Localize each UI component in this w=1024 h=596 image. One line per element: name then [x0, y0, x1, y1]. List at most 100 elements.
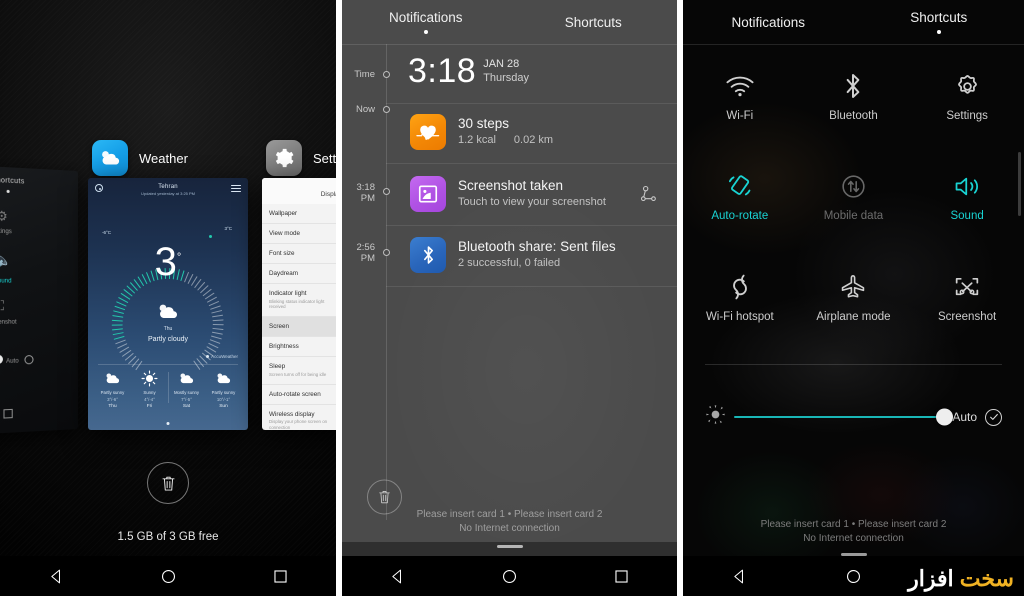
- brightness-auto-check-icon[interactable]: [985, 408, 1002, 426]
- weather-condition: Partly cloudy: [147, 336, 189, 343]
- settings-row[interactable]: Font size: [262, 244, 336, 264]
- toggle-settings[interactable]: Settings: [910, 64, 1024, 122]
- toggle-bluetooth[interactable]: Bluetooth: [797, 64, 911, 122]
- settings-row[interactable]: Sleep Screen turns off for being idle: [262, 357, 336, 385]
- recent-card-settings[interactable]: Display Wallpaper View mode Font size Da…: [262, 178, 336, 430]
- tabs-underline: [683, 44, 1024, 45]
- toggle-wifi-hotspot[interactable]: Wi-Fi hotspot: [683, 265, 797, 323]
- tab-shortcuts[interactable]: Shortcuts: [854, 0, 1024, 44]
- panel-tabs: Notifications Shortcuts: [683, 0, 1024, 44]
- speaker-icon: [910, 164, 1024, 208]
- settings-row[interactable]: Indicator light Blinking status indicator…: [262, 284, 336, 318]
- recent-app-name: Settings: [313, 150, 336, 166]
- settings-row[interactable]: Brightness: [262, 337, 336, 358]
- thumb-brightness-knob: [0, 354, 3, 365]
- home-icon[interactable]: [836, 556, 870, 596]
- brightness-slider[interactable]: [734, 408, 954, 426]
- settings-row[interactable]: Auto-rotate screen: [262, 385, 336, 405]
- toggle-label: Screenshot: [938, 311, 997, 323]
- back-icon[interactable]: [723, 556, 757, 596]
- watermark-plain: افزار: [908, 566, 960, 591]
- settings-row[interactable]: Daydream: [262, 264, 336, 284]
- recent-app-header-settings[interactable]: Settings: [266, 140, 336, 176]
- rail-dot: [383, 249, 390, 256]
- toggle-auto-rotate[interactable]: Auto-rotate: [683, 164, 797, 222]
- notification-text[interactable]: Bluetooth share: Sent files 2 successful…: [458, 239, 616, 269]
- tab-label: Notifications: [388, 10, 463, 25]
- weather-condition-icon: [155, 302, 181, 325]
- notification-text[interactable]: Screenshot taken Touch to view your scre…: [458, 178, 606, 208]
- weather-provider-label: AccuWeather: [211, 354, 238, 359]
- weather-provider: AccuWeather: [206, 354, 238, 359]
- mobile-data-icon: [797, 164, 911, 208]
- recent-card-weather[interactable]: Tehran Updated yesterday at 3:25 PM -6°C…: [88, 178, 248, 430]
- notification-separator: [386, 225, 677, 226]
- toggle-airplane-mode[interactable]: Airplane mode: [797, 265, 911, 323]
- tab-shortcuts[interactable]: Shortcuts: [510, 0, 678, 44]
- settings-row[interactable]: Screen: [262, 317, 336, 338]
- notification-sub-a: 1.2 kcal: [458, 134, 496, 146]
- settings-row-title: Wallpaper: [269, 210, 298, 217]
- notification-text[interactable]: 30 steps 1.2 kcal 0.02 km: [458, 116, 553, 146]
- settings-card-title: Display: [320, 191, 336, 198]
- toggle-sound[interactable]: Sound: [910, 164, 1024, 222]
- toggle-screenshot[interactable]: Screenshot: [910, 265, 1024, 323]
- tab-label: Shortcuts: [564, 14, 622, 30]
- weather-header: Tehran Updated yesterday at 3:25 PM: [88, 184, 248, 196]
- shortcuts-scrollbar[interactable]: [1018, 152, 1021, 216]
- shortcuts-divider: [705, 364, 1002, 365]
- settings-row-title: Brightness: [269, 343, 299, 351]
- gear-icon: [266, 140, 302, 176]
- clear-all-button[interactable]: [147, 462, 189, 504]
- forecast-day: Fri: [146, 404, 153, 409]
- settings-row-title: Daydream: [269, 270, 299, 277]
- back-icon[interactable]: [381, 556, 415, 596]
- toggle-wifi[interactable]: Wi-Fi: [683, 64, 797, 122]
- recent-app-header-weather[interactable]: Weather: [92, 140, 188, 176]
- screenshot-root: Shortcuts ⚙ Settings th 🔈 Sound ⛶ Screen…: [0, 0, 1024, 596]
- recents-icon[interactable]: [604, 556, 638, 596]
- settings-row[interactable]: View mode: [262, 224, 336, 244]
- weather-temp-value: 3: [154, 240, 177, 284]
- settings-row[interactable]: Wallpaper: [262, 204, 336, 224]
- weather-forecast-row: Partly sunny 3°/-6° Thu Sunny 4°/-4° Fri…: [94, 368, 242, 409]
- home-icon[interactable]: [492, 556, 526, 596]
- forecast-icon: [131, 368, 168, 388]
- settings-row-title: Sleep: [269, 363, 286, 371]
- forecast-cond: Sunny: [143, 390, 156, 395]
- auto-rotate-icon: [683, 164, 797, 208]
- notification-sub-b: 0.02 km: [513, 134, 554, 146]
- brightness-control[interactable]: Auto: [683, 404, 1024, 430]
- tab-active-dot: [936, 30, 941, 34]
- toggle-mobile-data[interactable]: Mobile data: [797, 164, 911, 222]
- tab-notifications[interactable]: Notifications: [342, 0, 510, 44]
- forecast-temp: 3°/-6°: [107, 397, 118, 402]
- degree-symbol: °: [176, 251, 182, 264]
- home-icon[interactable]: [151, 556, 185, 596]
- panel-drag-handle[interactable]: [496, 544, 523, 548]
- watermark: سخت افزار: [908, 566, 1014, 592]
- recents-icon[interactable]: [263, 556, 297, 596]
- share-icon[interactable]: [639, 184, 659, 209]
- weather-page-dot: [166, 422, 170, 425]
- wifi-icon: [683, 64, 797, 108]
- rail-dot: [383, 71, 390, 78]
- notification-title: Screenshot taken: [458, 178, 564, 193]
- recent-app-name: Weather: [139, 150, 188, 166]
- notifications-panel: Notifications Shortcuts Time 3:18 JAN 28…: [342, 0, 677, 596]
- forecast-icon: [168, 368, 205, 388]
- notification-subtitle: 1.2 kcal 0.02 km: [458, 134, 553, 146]
- tab-notifications[interactable]: Notifications: [683, 0, 854, 44]
- notification-title: Bluetooth share: Sent files: [458, 239, 616, 254]
- settings-card-header: Display: [262, 178, 336, 204]
- brightness-slider-knob[interactable]: [936, 408, 954, 426]
- settings-row-sub: Screen turns off for being idle: [269, 371, 327, 377]
- thumb-title: Shortcuts: [0, 176, 25, 186]
- toggle-label: Settings: [946, 110, 988, 122]
- weather-temperature: 3°: [88, 242, 248, 282]
- settings-row[interactable]: Wireless display Display your phone scree…: [262, 405, 336, 430]
- recent-card-shortcuts-thumb[interactable]: Shortcuts ⚙ Settings th 🔈 Sound ⛶ Screen…: [0, 163, 78, 437]
- sim-status: Please insert card 1 • Please insert car…: [683, 519, 1024, 544]
- brightness-auto-label: Auto: [952, 410, 977, 424]
- back-icon[interactable]: [39, 556, 73, 596]
